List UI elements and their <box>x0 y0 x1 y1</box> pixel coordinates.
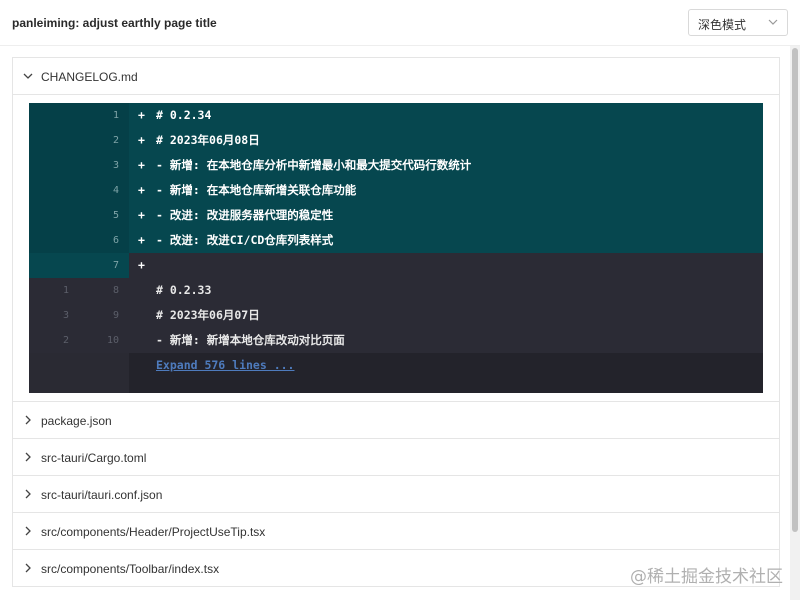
diff-marker: + <box>138 133 145 147</box>
chevron-right-icon <box>25 526 31 536</box>
new-line-number: 8 <box>112 285 119 296</box>
diff-line: 3 9 # 2023年06月07日 <box>29 303 763 328</box>
file-header-project-use-tip[interactable]: src/components/Header/ProjectUseTip.tsx <box>13 513 779 550</box>
chevron-down-icon <box>768 19 778 25</box>
diff-line: 3 + - 新增: 在本地仓库分析中新增最小和最大提交代码行数统计 <box>29 153 763 178</box>
file-header-package-json[interactable]: package.json <box>13 402 779 439</box>
diff-line: 1 8 # 0.2.33 <box>29 278 763 303</box>
commit-title: panleiming: adjust earthly page title <box>12 16 217 30</box>
new-line-number: 10 <box>106 335 119 346</box>
file-header-changelog[interactable]: CHANGELOG.md <box>13 58 779 95</box>
file-name: src/components/Header/ProjectUseTip.tsx <box>41 525 266 539</box>
old-line-number <box>29 128 79 153</box>
old-line-number: 2 <box>62 335 69 346</box>
file-header-tauri-conf[interactable]: src-tauri/tauri.conf.json <box>13 476 779 513</box>
diff-marker: + <box>138 183 145 197</box>
diff-line: 7 + <box>29 253 763 278</box>
diff-code: # 0.2.33 <box>156 283 212 297</box>
new-line-number: 5 <box>112 210 119 221</box>
diff-marker: + <box>138 208 145 222</box>
new-line-number: 1 <box>112 110 119 121</box>
diff-code: # 2023年06月07日 <box>156 308 260 322</box>
old-line-number <box>29 178 79 203</box>
diff-code: - 新增: 在本地仓库新增关联仓库功能 <box>156 183 357 197</box>
file-name: src/components/Toolbar/index.tsx <box>41 562 220 576</box>
chevron-right-icon <box>25 452 31 462</box>
diff-code: # 2023年06月08日 <box>156 133 260 147</box>
file-name: package.json <box>41 414 112 428</box>
diff-line: 6 + - 改进: 改进CI/CD仓库列表样式 <box>29 228 763 253</box>
new-line-number: 7 <box>112 260 119 271</box>
diff-code: # 0.2.34 <box>156 108 212 122</box>
new-line-number: 2 <box>112 135 119 146</box>
chevron-right-icon <box>25 415 31 425</box>
diff-marker: + <box>138 108 145 122</box>
diff-line: 1 + # 0.2.34 <box>29 103 763 128</box>
theme-select[interactable]: 深色模式 <box>688 9 788 36</box>
diff-code: - 新增: 在本地仓库分析中新增最小和最大提交代码行数统计 <box>156 158 472 172</box>
chevron-right-icon <box>25 489 31 499</box>
file-name: src-tauri/Cargo.toml <box>41 451 147 465</box>
diff-code: - 改进: 改进服务器代理的稳定性 <box>156 208 334 222</box>
old-line-number <box>29 203 79 228</box>
diff-marker: + <box>138 258 145 272</box>
diff-marker: + <box>138 233 145 247</box>
new-line-number: 4 <box>112 185 119 196</box>
diff-marker: + <box>138 158 145 172</box>
diff-code: - 改进: 改进CI/CD仓库列表样式 <box>156 233 334 247</box>
file-header-cargo-toml[interactable]: src-tauri/Cargo.toml <box>13 439 779 476</box>
diff-line: 4 + - 新增: 在本地仓库新增关联仓库功能 <box>29 178 763 203</box>
theme-select-value: 深色模式 <box>698 18 747 32</box>
diff-panel: 1 + # 0.2.34 2 + # 2023年06月08日 3 + - 新增:… <box>13 95 779 402</box>
vertical-scrollbar[interactable] <box>790 46 800 600</box>
diff-line: 2 10 - 新增: 新增本地仓库改动对比页面 <box>29 328 763 353</box>
new-line-number: 6 <box>112 235 119 246</box>
old-line-number <box>29 228 79 253</box>
chevron-right-icon <box>25 563 31 573</box>
new-line-number: 9 <box>112 310 119 321</box>
old-line-number: 1 <box>62 285 69 296</box>
chevron-down-icon <box>23 73 33 79</box>
watermark: @稀土掘金技术社区 <box>630 567 783 587</box>
file-name: CHANGELOG.md <box>41 70 138 84</box>
header-bar: panleiming: adjust earthly page title 深色… <box>0 0 800 46</box>
diff-line: 5 + - 改进: 改进服务器代理的稳定性 <box>29 203 763 228</box>
expand-row: Expand 576 lines ... <box>29 353 763 393</box>
diff-line: 2 + # 2023年06月08日 <box>29 128 763 153</box>
old-line-number <box>29 153 79 178</box>
expand-lines-link[interactable]: Expand 576 lines ... <box>156 358 294 372</box>
old-line-number <box>29 253 79 278</box>
scrollbar-thumb[interactable] <box>792 48 798 532</box>
old-line-number: 3 <box>62 310 69 321</box>
changed-files-list: CHANGELOG.md 1 + # 0.2.34 2 + # 2023年06月… <box>12 57 780 587</box>
file-name: src-tauri/tauri.conf.json <box>41 488 163 502</box>
diff-code: - 新增: 新增本地仓库改动对比页面 <box>156 333 345 347</box>
new-line-number: 3 <box>112 160 119 171</box>
old-line-number <box>29 103 79 128</box>
diff-view: 1 + # 0.2.34 2 + # 2023年06月08日 3 + - 新增:… <box>29 103 763 393</box>
